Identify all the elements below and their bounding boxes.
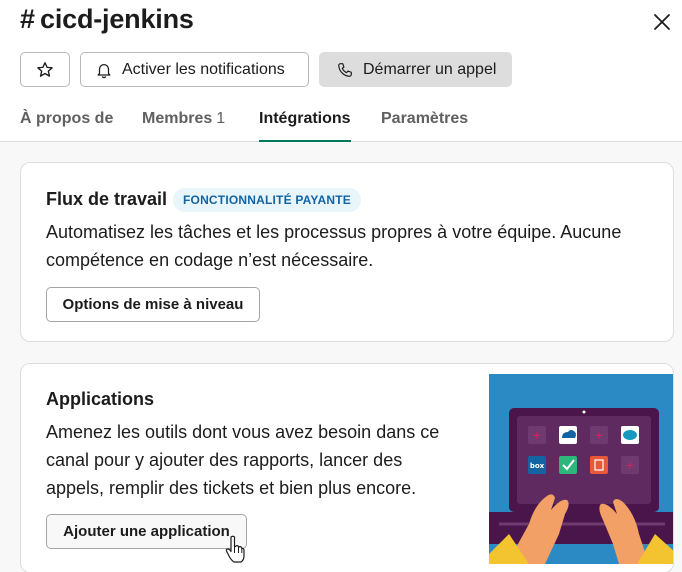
svg-text:box: box: [530, 462, 545, 470]
tab-about[interactable]: À propos de: [20, 104, 113, 142]
integrations-panel: Flux de travail FONCTIONNALITÉ PAYANTE A…: [0, 142, 682, 572]
paid-feature-badge: FONCTIONNALITÉ PAYANTE: [173, 188, 361, 212]
workflow-card: Flux de travail FONCTIONNALITÉ PAYANTE A…: [20, 162, 674, 342]
tab-about-label: À propos de: [20, 110, 114, 127]
bell-icon: [97, 63, 111, 78]
members-count: 1: [216, 110, 226, 127]
tab-members-label: Membres: [142, 110, 213, 127]
close-icon: [654, 14, 670, 30]
applications-card: Applications Amenez les outils dont vous…: [20, 363, 674, 572]
tab-integrations[interactable]: Intégrations: [259, 104, 351, 143]
tab-settings[interactable]: Paramètres: [381, 104, 468, 142]
tab-members[interactable]: Membres 1: [142, 104, 225, 142]
star-button[interactable]: [20, 52, 70, 87]
tab-integrations-label: Intégrations: [259, 110, 351, 127]
add-application-button[interactable]: Ajouter une application: [46, 514, 247, 549]
start-call-button[interactable]: Démarrer un appel: [319, 52, 512, 87]
start-call-label: Démarrer un appel: [363, 60, 497, 78]
channel-header: # cicd-jenkins Activer les notifications…: [0, 0, 682, 143]
workflow-title: Flux de travail: [46, 189, 168, 209]
applications-description-line: canal pour y ajouter des rapports, lance…: [46, 450, 403, 470]
channel-title: # cicd-jenkins: [20, 4, 194, 34]
upgrade-options-button[interactable]: Options de mise à niveau: [46, 287, 260, 322]
applications-description-line: appels, remplir des tickets et bien plus…: [46, 478, 417, 498]
notifications-button[interactable]: Activer les notifications: [80, 52, 309, 87]
applications-description: Amenez les outils dont vous avez besoin …: [46, 418, 439, 502]
svg-text:+: +: [594, 429, 603, 442]
workflow-description-line: compétence en codage n’est nécessaire.: [46, 250, 374, 270]
applications-illustration: + + box +: [489, 374, 673, 564]
svg-text:+: +: [532, 429, 541, 442]
applications-description-line: Amenez les outils dont vous avez besoin …: [46, 422, 440, 442]
star-icon: [37, 61, 53, 77]
workflow-description-line: Automatisez les tâches et les processus …: [46, 222, 622, 242]
workflow-description: Automatisez les tâches et les processus …: [46, 218, 621, 274]
notifications-label: Activer les notifications: [122, 60, 285, 78]
svg-text:+: +: [625, 459, 634, 472]
applications-title: Applications: [46, 389, 155, 409]
tab-bar: À propos de Membres 1 Intégrations Paramè…: [0, 104, 682, 143]
tab-settings-label: Paramètres: [381, 110, 469, 127]
close-button[interactable]: [648, 8, 676, 36]
phone-icon: [338, 62, 352, 77]
